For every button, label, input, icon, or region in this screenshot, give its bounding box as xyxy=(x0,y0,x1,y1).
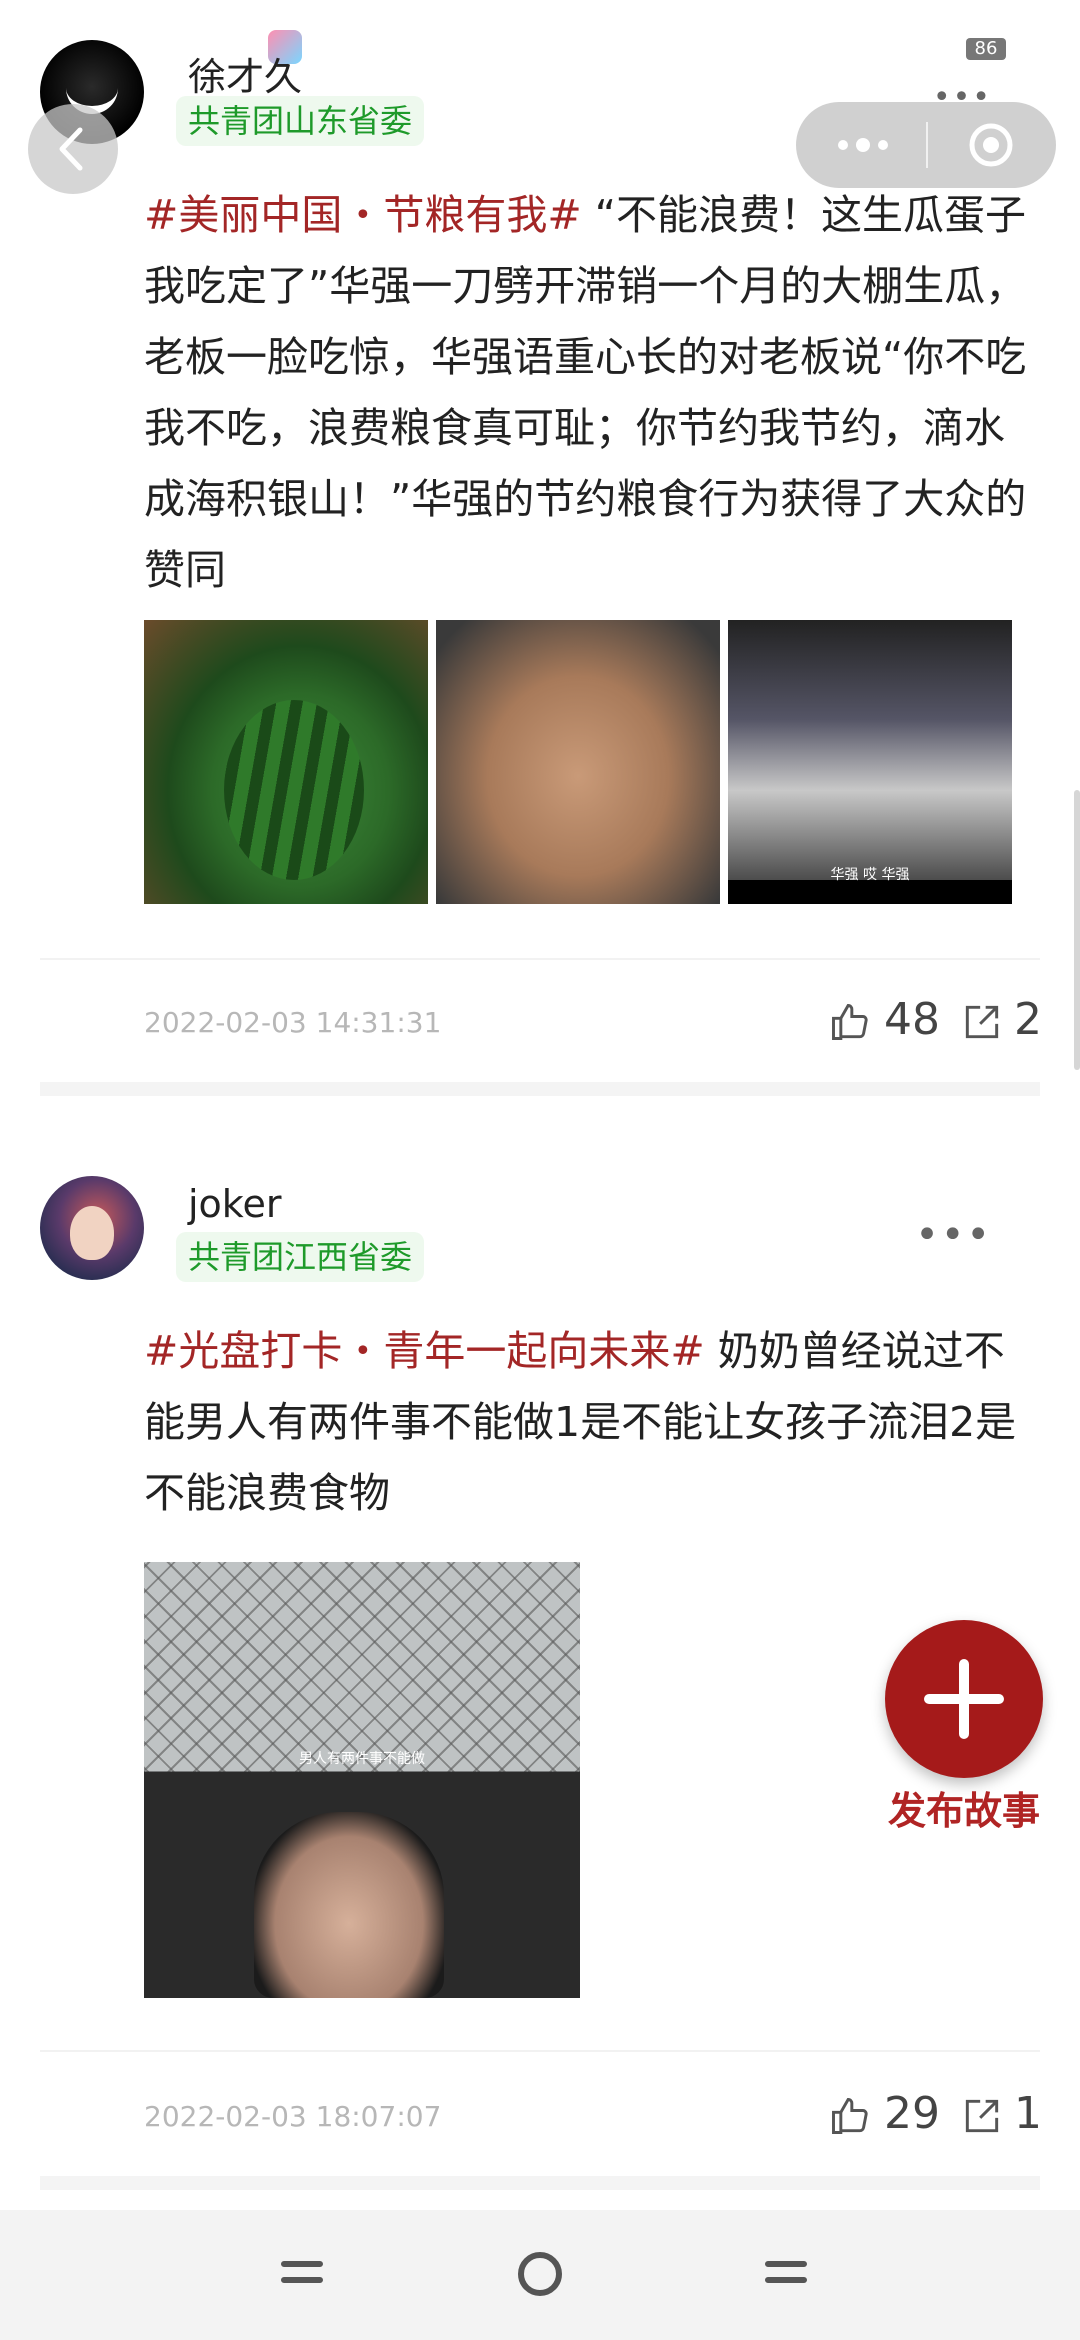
post-image[interactable]: 男人有两件事不能做 xyxy=(144,1562,580,1998)
image-grid: 华强 哎 华强 xyxy=(144,620,1012,904)
share-count: 2 xyxy=(1014,994,1042,1045)
username[interactable]: joker xyxy=(188,1182,281,1226)
system-navigation-bar xyxy=(0,2210,1080,2340)
post-text: “不能浪费！这生瓜蛋子我吃定了”华强一刀劈开滞销一个月的大棚生瓜，老板一脸吃惊，… xyxy=(144,191,1027,594)
like-count: 48 xyxy=(884,994,940,1045)
publish-story-label[interactable]: 发布故事 xyxy=(888,1780,1040,1835)
home-icon[interactable] xyxy=(514,2248,566,2300)
image-caption: 男人有两件事不能做 xyxy=(299,1751,425,1767)
menu-dots-icon[interactable] xyxy=(828,120,898,170)
post-content: #美丽中国・节粮有我# “不能浪费！这生瓜蛋子我吃定了”华强一刀劈开滞销一个月的… xyxy=(144,180,1034,606)
share-count: 1 xyxy=(1014,2088,1042,2139)
image-grid: 男人有两件事不能做 xyxy=(144,1562,580,1998)
share-icon[interactable] xyxy=(960,2094,1004,2138)
post-image[interactable]: 华强 哎 华强 xyxy=(728,620,1012,904)
avatar[interactable] xyxy=(40,1176,144,1280)
section-divider xyxy=(40,1082,1040,1096)
post-image[interactable] xyxy=(436,620,720,904)
username[interactable]: 徐才久 xyxy=(188,46,302,101)
organization-tag: 共青团江西省委 xyxy=(176,1232,425,1282)
thumb-up-icon[interactable] xyxy=(828,1000,872,1044)
like-count: 29 xyxy=(884,2088,940,2139)
post-image[interactable] xyxy=(144,620,428,904)
back-menu-icon[interactable] xyxy=(762,2252,810,2292)
post-timestamp: 2022-02-03 14:31:31 xyxy=(144,1006,442,1039)
image-caption: 华强 哎 华强 xyxy=(830,867,910,883)
section-divider xyxy=(40,2176,1040,2190)
back-button[interactable] xyxy=(28,104,118,194)
scrollbar[interactable] xyxy=(1074,790,1080,1070)
post-content: #光盘打卡・青年一起向未来# 奶奶曾经说过不能男人有两件事不能做1是不能让女孩子… xyxy=(144,1316,1034,1529)
back-arrow-icon xyxy=(59,127,83,171)
divider xyxy=(40,958,1040,960)
publish-story-button[interactable] xyxy=(885,1620,1043,1778)
target-icon[interactable] xyxy=(966,120,1016,170)
divider xyxy=(40,2050,1040,2052)
capsule-separator xyxy=(926,122,928,168)
thumb-up-icon[interactable] xyxy=(828,2094,872,2138)
share-icon[interactable] xyxy=(960,1000,1004,1044)
hashtag-link[interactable]: #美丽中国・节粮有我# xyxy=(144,191,582,239)
status-badge: 86 xyxy=(966,38,1006,60)
hashtag-link[interactable]: #光盘打卡・青年一起向未来# xyxy=(144,1327,705,1375)
plus-icon xyxy=(924,1659,1004,1739)
post-timestamp: 2022-02-03 18:07:07 xyxy=(144,2100,442,2133)
capsule-menu xyxy=(796,102,1056,188)
more-dots-icon[interactable]: ••• xyxy=(915,1212,992,1258)
menu-icon[interactable] xyxy=(278,2252,326,2292)
organization-tag: 共青团山东省委 xyxy=(176,96,425,146)
